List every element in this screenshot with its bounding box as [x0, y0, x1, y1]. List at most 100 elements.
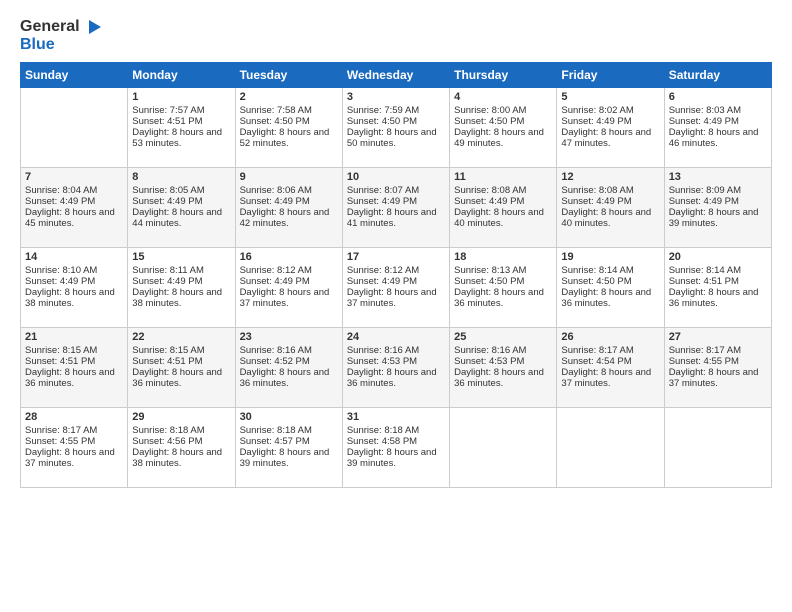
header-day-thursday: Thursday [450, 62, 557, 87]
day-number: 19 [561, 251, 659, 263]
day-number: 23 [240, 331, 338, 343]
sunset-text: Sunset: 4:49 PM [240, 196, 338, 207]
sunset-text: Sunset: 4:51 PM [669, 276, 767, 287]
daylight-text: Daylight: 8 hours and 42 minutes. [240, 207, 338, 229]
day-number: 11 [454, 171, 552, 183]
week-row-2: 7Sunrise: 8:04 AMSunset: 4:49 PMDaylight… [21, 167, 772, 247]
calendar-cell: 25Sunrise: 8:16 AMSunset: 4:53 PMDayligh… [450, 327, 557, 407]
logo: General Blue [20, 18, 104, 54]
sunrise-text: Sunrise: 8:17 AM [561, 345, 659, 356]
calendar-cell: 15Sunrise: 8:11 AMSunset: 4:49 PMDayligh… [128, 247, 235, 327]
calendar-cell: 10Sunrise: 8:07 AMSunset: 4:49 PMDayligh… [342, 167, 449, 247]
sunset-text: Sunset: 4:49 PM [347, 196, 445, 207]
calendar-cell: 20Sunrise: 8:14 AMSunset: 4:51 PMDayligh… [664, 247, 771, 327]
day-number: 1 [132, 91, 230, 103]
sunrise-text: Sunrise: 8:18 AM [347, 425, 445, 436]
sunset-text: Sunset: 4:49 PM [669, 196, 767, 207]
day-number: 24 [347, 331, 445, 343]
calendar-cell: 31Sunrise: 8:18 AMSunset: 4:58 PMDayligh… [342, 407, 449, 487]
sunrise-text: Sunrise: 8:15 AM [132, 345, 230, 356]
day-number: 10 [347, 171, 445, 183]
daylight-text: Daylight: 8 hours and 37 minutes. [669, 367, 767, 389]
calendar-cell: 4Sunrise: 8:00 AMSunset: 4:50 PMDaylight… [450, 87, 557, 167]
sunset-text: Sunset: 4:53 PM [454, 356, 552, 367]
daylight-text: Daylight: 8 hours and 46 minutes. [669, 127, 767, 149]
day-number: 16 [240, 251, 338, 263]
daylight-text: Daylight: 8 hours and 36 minutes. [347, 367, 445, 389]
day-number: 2 [240, 91, 338, 103]
sunset-text: Sunset: 4:57 PM [240, 436, 338, 447]
sunrise-text: Sunrise: 8:15 AM [25, 345, 123, 356]
sunset-text: Sunset: 4:58 PM [347, 436, 445, 447]
daylight-text: Daylight: 8 hours and 52 minutes. [240, 127, 338, 149]
sunrise-text: Sunrise: 8:16 AM [240, 345, 338, 356]
calendar-cell: 6Sunrise: 8:03 AMSunset: 4:49 PMDaylight… [664, 87, 771, 167]
sunrise-text: Sunrise: 8:17 AM [25, 425, 123, 436]
sunrise-text: Sunrise: 8:12 AM [347, 265, 445, 276]
sunrise-text: Sunrise: 8:03 AM [669, 105, 767, 116]
logo-blue: Blue [20, 36, 55, 53]
calendar-cell: 19Sunrise: 8:14 AMSunset: 4:50 PMDayligh… [557, 247, 664, 327]
sunset-text: Sunset: 4:51 PM [132, 356, 230, 367]
daylight-text: Daylight: 8 hours and 47 minutes. [561, 127, 659, 149]
calendar-cell: 5Sunrise: 8:02 AMSunset: 4:49 PMDaylight… [557, 87, 664, 167]
sunset-text: Sunset: 4:54 PM [561, 356, 659, 367]
calendar-cell: 27Sunrise: 8:17 AMSunset: 4:55 PMDayligh… [664, 327, 771, 407]
day-number: 31 [347, 411, 445, 423]
daylight-text: Daylight: 8 hours and 36 minutes. [132, 367, 230, 389]
daylight-text: Daylight: 8 hours and 44 minutes. [132, 207, 230, 229]
sunrise-text: Sunrise: 8:16 AM [454, 345, 552, 356]
daylight-text: Daylight: 8 hours and 41 minutes. [347, 207, 445, 229]
day-number: 26 [561, 331, 659, 343]
calendar-cell: 30Sunrise: 8:18 AMSunset: 4:57 PMDayligh… [235, 407, 342, 487]
daylight-text: Daylight: 8 hours and 36 minutes. [561, 287, 659, 309]
calendar-cell: 16Sunrise: 8:12 AMSunset: 4:49 PMDayligh… [235, 247, 342, 327]
day-number: 30 [240, 411, 338, 423]
daylight-text: Daylight: 8 hours and 38 minutes. [132, 287, 230, 309]
sunrise-text: Sunrise: 8:18 AM [240, 425, 338, 436]
week-row-4: 21Sunrise: 8:15 AMSunset: 4:51 PMDayligh… [21, 327, 772, 407]
sunrise-text: Sunrise: 8:13 AM [454, 265, 552, 276]
calendar-cell: 17Sunrise: 8:12 AMSunset: 4:49 PMDayligh… [342, 247, 449, 327]
day-number: 14 [25, 251, 123, 263]
header-day-friday: Friday [557, 62, 664, 87]
sunrise-text: Sunrise: 8:14 AM [669, 265, 767, 276]
calendar-cell: 12Sunrise: 8:08 AMSunset: 4:49 PMDayligh… [557, 167, 664, 247]
daylight-text: Daylight: 8 hours and 38 minutes. [132, 447, 230, 469]
day-number: 4 [454, 91, 552, 103]
sunset-text: Sunset: 4:50 PM [347, 116, 445, 127]
week-row-3: 14Sunrise: 8:10 AMSunset: 4:49 PMDayligh… [21, 247, 772, 327]
daylight-text: Daylight: 8 hours and 50 minutes. [347, 127, 445, 149]
daylight-text: Daylight: 8 hours and 40 minutes. [561, 207, 659, 229]
sunrise-text: Sunrise: 8:00 AM [454, 105, 552, 116]
day-number: 13 [669, 171, 767, 183]
sunrise-text: Sunrise: 8:08 AM [454, 185, 552, 196]
sunset-text: Sunset: 4:55 PM [669, 356, 767, 367]
header-day-saturday: Saturday [664, 62, 771, 87]
day-number: 29 [132, 411, 230, 423]
logo-container: General Blue [20, 18, 104, 54]
week-row-5: 28Sunrise: 8:17 AMSunset: 4:55 PMDayligh… [21, 407, 772, 487]
sunset-text: Sunset: 4:51 PM [25, 356, 123, 367]
logo-general: General [20, 18, 80, 35]
sunrise-text: Sunrise: 8:05 AM [132, 185, 230, 196]
calendar-cell [557, 407, 664, 487]
calendar-cell: 11Sunrise: 8:08 AMSunset: 4:49 PMDayligh… [450, 167, 557, 247]
sunset-text: Sunset: 4:55 PM [25, 436, 123, 447]
sunset-text: Sunset: 4:49 PM [561, 196, 659, 207]
calendar-cell: 7Sunrise: 8:04 AMSunset: 4:49 PMDaylight… [21, 167, 128, 247]
sunset-text: Sunset: 4:49 PM [240, 276, 338, 287]
calendar-cell: 29Sunrise: 8:18 AMSunset: 4:56 PMDayligh… [128, 407, 235, 487]
calendar-table: SundayMondayTuesdayWednesdayThursdayFrid… [20, 62, 772, 488]
page: General Blue SundayMondayTuesdayWednesda… [0, 0, 792, 612]
sunrise-text: Sunrise: 8:02 AM [561, 105, 659, 116]
sunrise-text: Sunrise: 8:16 AM [347, 345, 445, 356]
daylight-text: Daylight: 8 hours and 45 minutes. [25, 207, 123, 229]
day-number: 20 [669, 251, 767, 263]
daylight-text: Daylight: 8 hours and 36 minutes. [454, 367, 552, 389]
daylight-text: Daylight: 8 hours and 36 minutes. [240, 367, 338, 389]
day-number: 15 [132, 251, 230, 263]
calendar-cell: 1Sunrise: 7:57 AMSunset: 4:51 PMDaylight… [128, 87, 235, 167]
daylight-text: Daylight: 8 hours and 37 minutes. [347, 287, 445, 309]
sunset-text: Sunset: 4:50 PM [561, 276, 659, 287]
